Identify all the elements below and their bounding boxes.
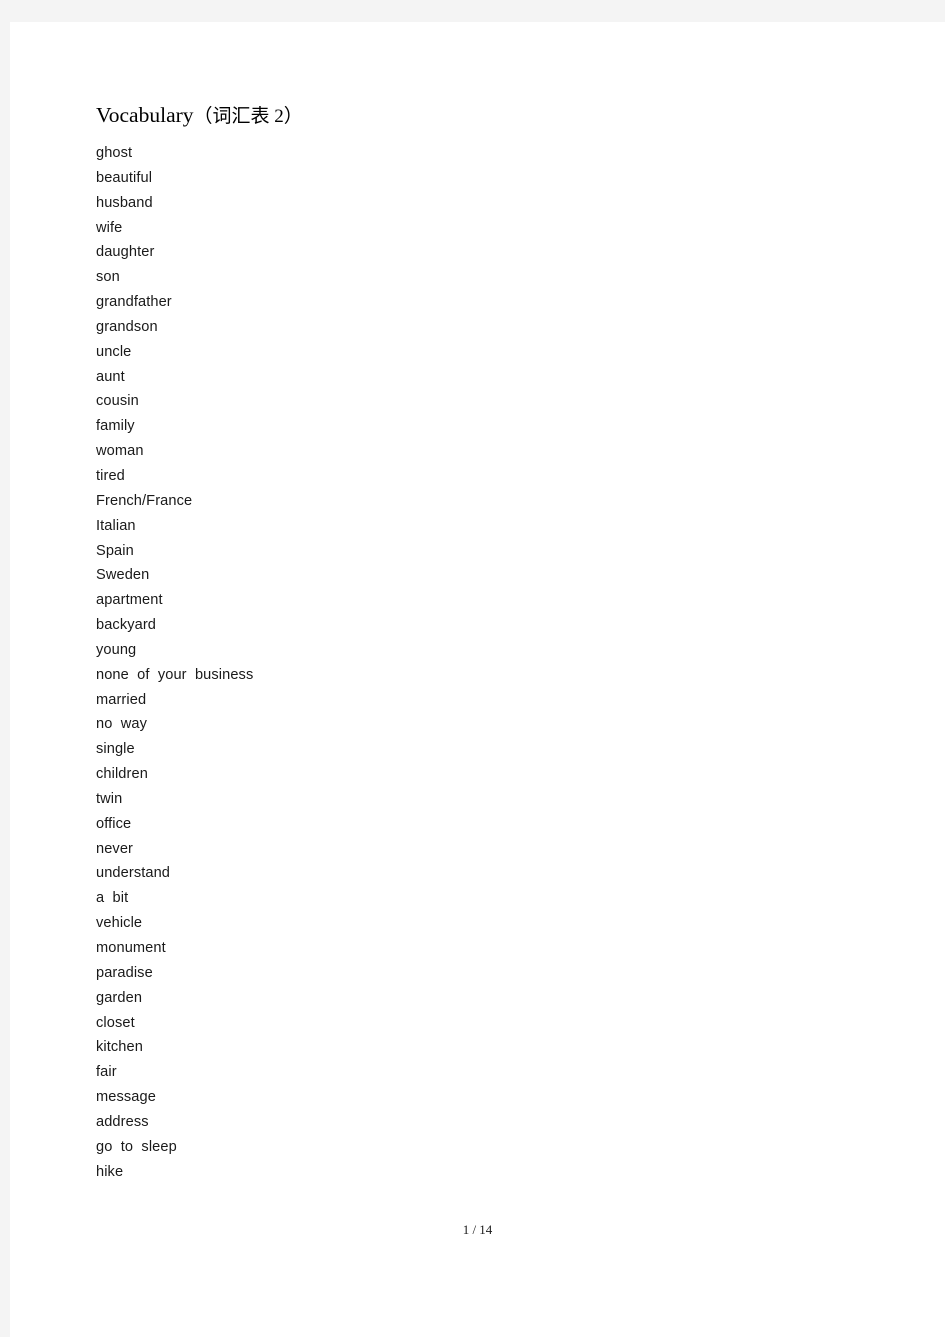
document-content: Vocabulary（词汇表 2） ghost beautiful husban… <box>96 100 866 1184</box>
list-item: none of your business <box>96 666 254 683</box>
page-title: Vocabulary（词汇表 2） <box>96 100 866 132</box>
page-title-main: Vocabulary <box>96 103 194 127</box>
list-item: married <box>96 691 147 708</box>
list-item: grandfather <box>96 294 172 311</box>
vocabulary-list: ghost beautiful husband wife daughter so… <box>96 141 866 1184</box>
list-item: daughter <box>96 244 155 261</box>
list-item: monument <box>96 940 166 956</box>
list-item: go to sleep <box>96 1138 177 1155</box>
list-item: grandson <box>96 318 158 335</box>
list-item: woman <box>96 443 144 460</box>
list-item: apartment <box>96 592 163 609</box>
list-item: message <box>96 1089 156 1106</box>
list-item: vehicle <box>96 915 143 932</box>
list-item: hike <box>96 1163 124 1180</box>
list-item: beautiful <box>96 169 153 186</box>
list-item: children <box>96 766 148 783</box>
list-item: fair <box>96 1064 117 1081</box>
list-item: ghost <box>96 145 133 161</box>
list-item: husband <box>96 194 153 211</box>
list-item: never <box>96 840 134 857</box>
list-item: a bit <box>96 890 129 907</box>
page-title-chinese: （词汇表 2） <box>193 106 303 127</box>
list-item: wife <box>96 219 123 236</box>
list-item: Italian <box>96 517 136 534</box>
page-number-footer: 1 / 14 <box>462 1222 493 1237</box>
document-page: Vocabulary（词汇表 2） ghost beautiful husban… <box>10 22 945 1337</box>
list-item: twin <box>96 790 123 807</box>
list-item: backyard <box>96 617 157 634</box>
list-item: closet <box>96 1014 135 1031</box>
list-item: no way <box>96 716 147 733</box>
list-item: single <box>96 741 135 758</box>
list-item: Spain <box>96 542 134 559</box>
list-item: aunt <box>96 368 125 385</box>
list-item: tired <box>96 467 125 484</box>
list-item: young <box>96 641 137 658</box>
list-item: Sweden <box>96 567 150 584</box>
list-item: paradise <box>96 964 153 981</box>
list-item: French/France <box>96 492 193 509</box>
list-item: address <box>96 1113 149 1130</box>
list-item: family <box>96 418 135 435</box>
list-item: office <box>96 815 132 832</box>
list-item: kitchen <box>96 1039 143 1056</box>
list-item: cousin <box>96 393 139 410</box>
list-item: son <box>96 269 120 286</box>
list-item: uncle <box>96 343 132 360</box>
list-item: understand <box>96 865 171 882</box>
list-item: garden <box>96 989 143 1006</box>
